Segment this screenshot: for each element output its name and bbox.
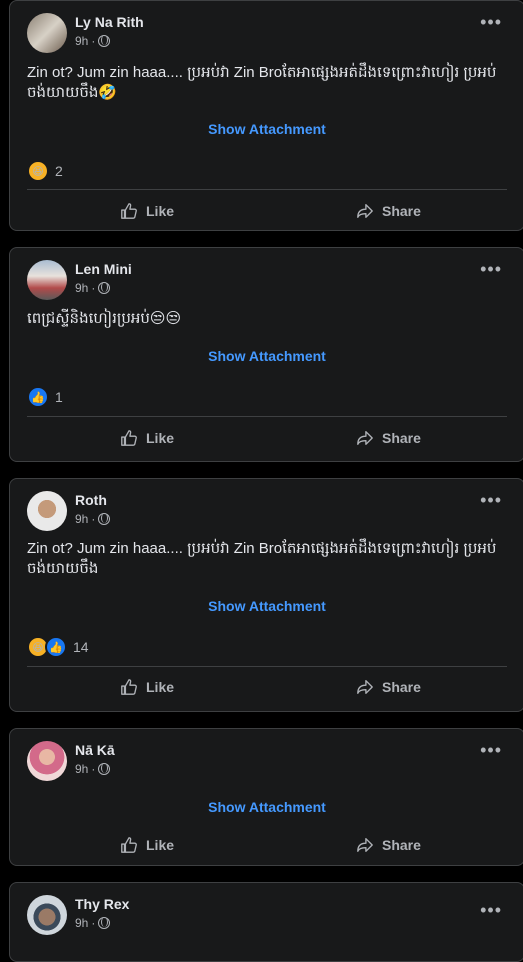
like-button[interactable]: Like [120, 193, 174, 229]
like-label: Like [146, 837, 175, 853]
avatar[interactable] [27, 895, 67, 935]
divider [27, 666, 507, 667]
like-label: Like [146, 430, 175, 446]
post-text: Zin ot? Jum zin haaa.... ប្រអប់វា Zin Br… [27, 540, 497, 577]
post-time[interactable]: 9h [75, 281, 88, 295]
show-attachment-link[interactable]: Show Attachment [10, 348, 523, 364]
share-label: Share [382, 679, 421, 695]
post-card: Len Mini 9h · ••• ពេជ្រស្ទីនិងហៀរប្រអប់😒… [9, 247, 523, 462]
like-button[interactable]: Like [120, 827, 174, 863]
share-label: Share [382, 837, 421, 853]
post-meta: 9h · [75, 281, 111, 295]
thumbs-up-icon [121, 203, 137, 219]
globe-icon [98, 917, 111, 929]
share-icon [357, 204, 373, 218]
thumbs-up-icon [121, 430, 137, 446]
reaction-count: 2 [55, 163, 63, 179]
post-card: Thy Rex 9h · ••• [9, 882, 523, 962]
show-attachment-link[interactable]: Show Attachment [10, 598, 523, 614]
share-button[interactable]: Share [356, 827, 421, 863]
author-name[interactable]: Roth [75, 492, 107, 508]
author-name[interactable]: Nā Kā [75, 742, 115, 758]
post-text: Zin ot? Jum zin haaa.... ប្រអប់វា Zin Br… [27, 64, 497, 101]
divider [27, 416, 507, 417]
more-options-icon[interactable]: ••• [480, 260, 502, 278]
reactions[interactable]: 😆 2 [27, 160, 63, 182]
author-name[interactable]: Len Mini [75, 261, 132, 277]
divider [27, 189, 507, 190]
reaction-count: 14 [73, 639, 89, 655]
post-actions: Like Share [10, 420, 523, 456]
author-name[interactable]: Thy Rex [75, 896, 129, 912]
post-meta: 9h · [75, 512, 111, 526]
avatar[interactable] [27, 13, 67, 53]
avatar[interactable] [27, 260, 67, 300]
share-icon [357, 680, 373, 694]
more-options-icon[interactable]: ••• [480, 491, 502, 509]
post-time[interactable]: 9h [75, 34, 88, 48]
more-options-icon[interactable]: ••• [480, 13, 502, 31]
share-button[interactable]: Share [356, 669, 421, 705]
globe-icon [98, 513, 111, 525]
post-text: ពេជ្រស្ទីនិងហៀរប្រអប់😒😒 [27, 310, 182, 327]
share-label: Share [382, 430, 421, 446]
more-options-icon[interactable]: ••• [480, 901, 502, 919]
share-icon [357, 431, 373, 445]
like-reaction-icon: 👍 [27, 386, 49, 408]
post-meta: 9h · [75, 34, 111, 48]
reaction-count: 1 [55, 389, 63, 405]
post-time[interactable]: 9h [75, 916, 88, 930]
like-label: Like [146, 679, 175, 695]
post-time[interactable]: 9h [75, 512, 88, 526]
post-actions: Like Share [10, 193, 523, 229]
post-actions: Like Share [10, 669, 523, 705]
share-label: Share [382, 203, 421, 219]
reactions[interactable]: 👍 1 [27, 386, 63, 408]
show-attachment-link[interactable]: Show Attachment [10, 799, 523, 815]
globe-icon [98, 282, 111, 294]
globe-icon [98, 35, 111, 47]
share-button[interactable]: Share [356, 420, 421, 456]
thumbs-up-icon [121, 837, 137, 853]
thumbs-up-icon [121, 679, 137, 695]
post-meta: 9h · [75, 916, 111, 930]
like-button[interactable]: Like [120, 420, 174, 456]
share-button[interactable]: Share [356, 193, 421, 229]
post-card: Ly Na Rith 9h · ••• Zin ot? Jum zin haaa… [9, 0, 523, 231]
like-button[interactable]: Like [120, 669, 174, 705]
author-name[interactable]: Ly Na Rith [75, 14, 144, 30]
post-actions: Like Share [10, 827, 523, 863]
post-meta: 9h · [75, 762, 111, 776]
haha-reaction-icon: 😆 [27, 160, 49, 182]
share-icon [357, 838, 373, 852]
more-options-icon[interactable]: ••• [480, 741, 502, 759]
avatar[interactable] [27, 741, 67, 781]
show-attachment-link[interactable]: Show Attachment [10, 121, 523, 137]
avatar[interactable] [27, 491, 67, 531]
like-label: Like [146, 203, 175, 219]
post-card: Nā Kā 9h · ••• Show Attachment Like Shar… [9, 728, 523, 866]
post-card: Roth 9h · ••• Zin ot? Jum zin haaa.... ប… [9, 478, 523, 712]
like-reaction-icon: 👍 [45, 636, 67, 658]
post-time[interactable]: 9h [75, 762, 88, 776]
globe-icon [98, 763, 111, 775]
reactions[interactable]: 😆 👍 14 [27, 636, 89, 658]
